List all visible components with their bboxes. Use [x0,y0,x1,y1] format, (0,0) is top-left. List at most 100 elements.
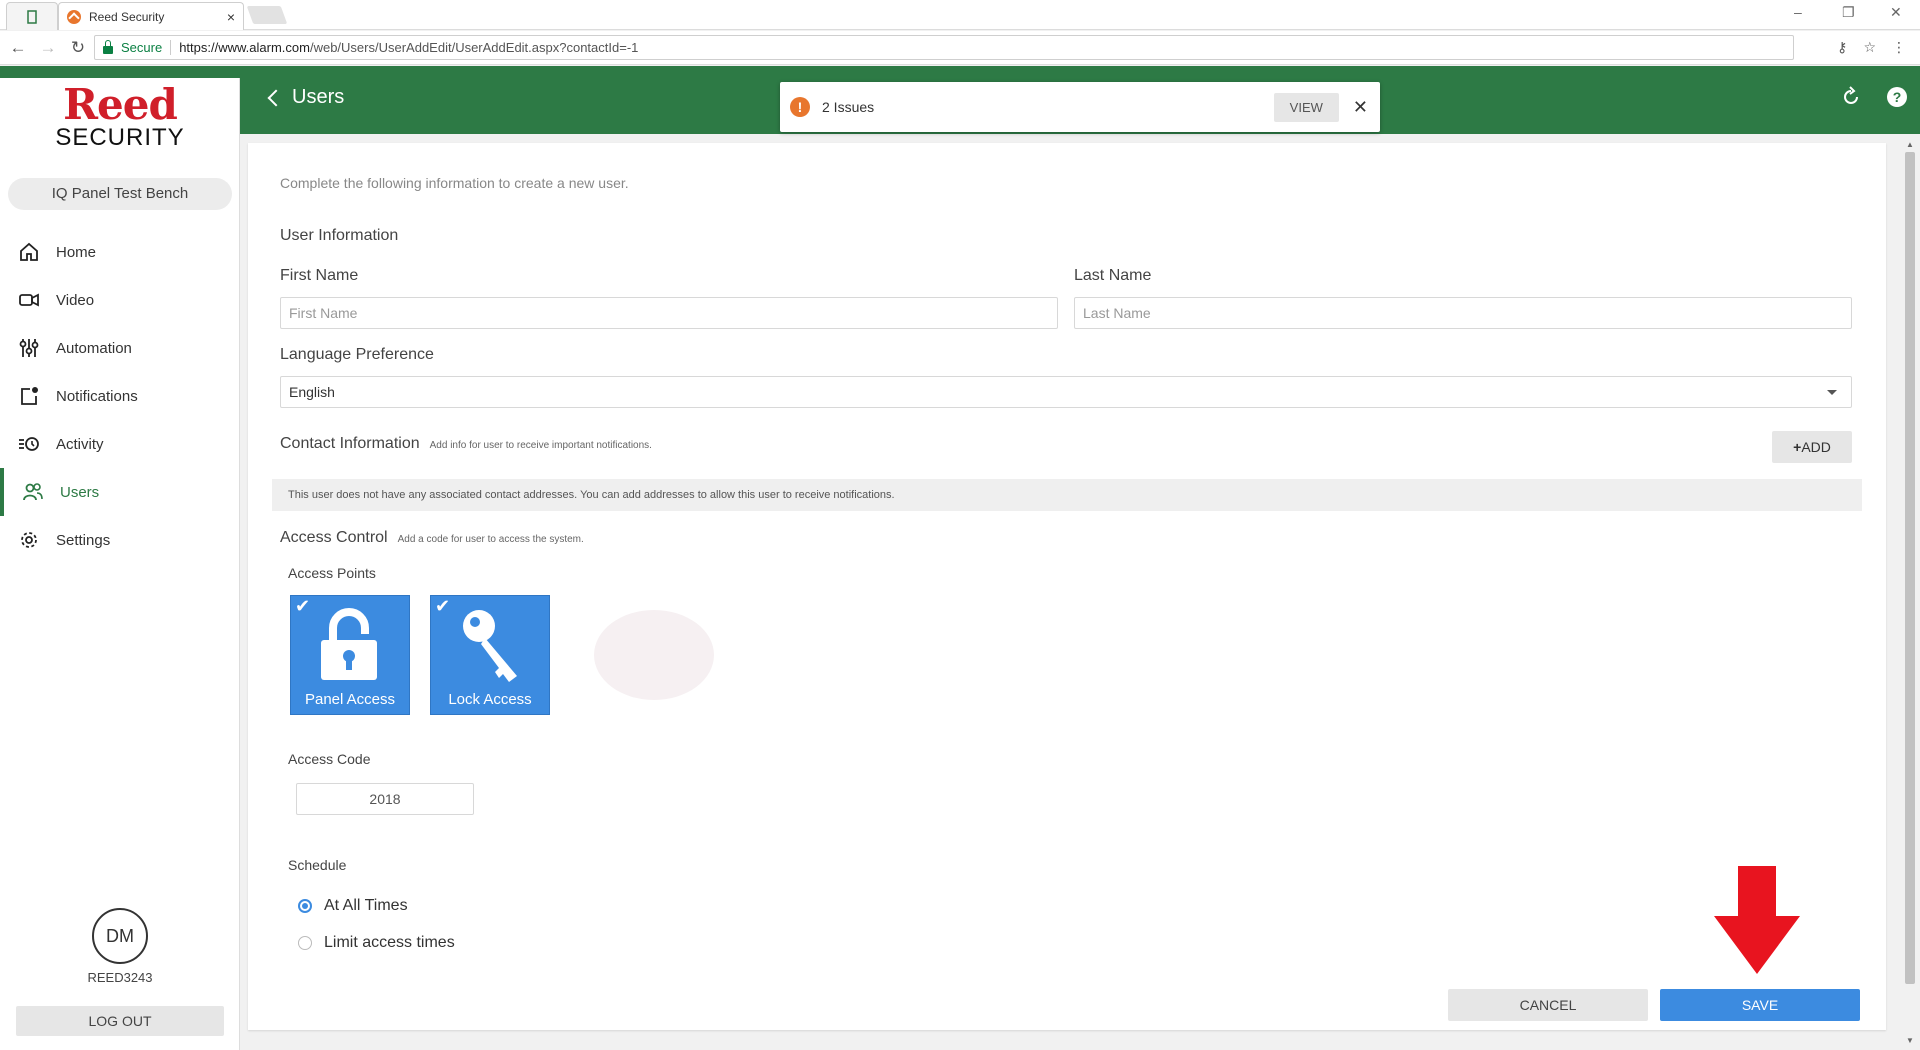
radio-label: At All Times [324,897,408,914]
sidebar-item-settings[interactable]: Settings [0,516,240,564]
contact-notice: This user does not have any associated c… [272,479,1862,511]
sidebar-item-label: Users [60,483,100,501]
sidebar-item-label: Settings [56,531,111,549]
last-name-label: Last Name [1074,267,1152,284]
cancel-button[interactable]: CANCEL [1448,989,1648,1021]
close-icon[interactable]: ✕ [1353,97,1368,118]
automation-icon [19,339,39,357]
scroll-thumb[interactable] [1905,152,1915,984]
pinned-tab[interactable] [6,2,58,30]
url-host: https://www.alarm.com [179,40,310,55]
sidebar-item-video[interactable]: Video [0,276,240,324]
lock-icon [103,39,113,54]
key-icon[interactable]: ⚷ [1837,39,1847,56]
url-path: /web/Users/UserAddEdit/UserAddEdit.aspx?… [309,40,639,55]
checkmark-icon: ✔ [435,596,451,616]
sidebar-item-activity[interactable]: Activity [0,420,240,468]
minimize-icon[interactable]: – [1794,4,1802,20]
reload-icon[interactable]: ↻ [66,38,90,58]
key-icon [463,610,517,682]
radio-unselected[interactable] [298,936,312,950]
sidebar-item-label: Activity [56,435,104,453]
add-contact-button[interactable]: +ADD [1772,431,1852,463]
sidebar-item-automation[interactable]: Automation [0,324,240,372]
chevron-left-icon [267,89,285,106]
chevron-down-icon [1827,390,1837,395]
save-button[interactable]: SAVE [1660,989,1860,1021]
notifications-icon [21,387,38,405]
warning-icon: ! [790,97,810,117]
contact-info-heading: Contact Information Add info for user to … [280,435,652,453]
last-name-field[interactable]: Last Name [1074,297,1852,329]
add-button-label: ADD [1801,439,1831,455]
star-icon[interactable]: ☆ [1863,39,1876,56]
reed-security-logo: Reed SECURITY [0,84,240,150]
sidebar-item-label: Home [56,243,97,261]
first-name-field[interactable]: First Name [280,297,1058,329]
help-icon[interactable]: ? [1886,86,1908,108]
header-actions: ? [1840,86,1908,108]
new-tab-button[interactable] [246,6,288,24]
username: REED3243 [87,970,153,985]
user-info-heading: User Information [280,227,398,245]
contact-hint: Add info for user to receive important n… [429,440,652,451]
sidebar-item-label: Notifications [56,387,138,405]
issues-count: 2 Issues [822,99,875,115]
radio-label: Limit access times [324,934,455,951]
access-code-label: Access Code [288,751,371,767]
access-code-field[interactable]: 2018 [296,783,474,815]
schedule-option-limit[interactable]: Limit access times [298,934,455,952]
sidebar-nav: Home Video Automation Notifications Acti… [0,228,240,564]
sidebar-item-label: Video [56,291,95,309]
logo-brand: Reed [63,80,178,129]
restore-icon[interactable]: ❐ [1842,4,1855,21]
sidebar-item-notifications[interactable]: Notifications [0,372,240,420]
sidebar-item-users[interactable]: Users [0,468,240,516]
browser-tab-active[interactable]: Reed Security × [58,2,244,30]
radio-selected[interactable] [298,899,312,913]
section-title: Contact Information [280,435,420,452]
sidebar-item-label: Automation [56,339,132,357]
section-title: Access Control [280,529,388,546]
tab-title: Reed Security [89,9,165,24]
url-field[interactable]: Secure https://www.alarm.com/web/Users/U… [94,35,1794,60]
unlock-icon [321,608,377,680]
checkmark-icon: ✔ [295,596,311,616]
form-intro: Complete the following information to cr… [280,175,629,191]
back-arrow-icon[interactable]: ← [6,38,30,58]
page-title: Users [292,86,345,108]
scroll-down-icon[interactable]: ▼ [1906,1036,1914,1045]
browser-tab-strip: Reed Security × – ❐ ✕ [0,0,1920,30]
lock-access-tile[interactable]: ✔ Lock Access [430,595,550,715]
panel-access-tile[interactable]: ✔ Panel Access [290,595,410,715]
system-selector[interactable]: IQ Panel Test Bench [8,178,232,210]
first-name-label: First Name [280,267,359,284]
menu-dots-icon[interactable]: ⋮ [1892,39,1906,56]
document-icon [27,9,37,24]
section-title: User Information [280,227,399,244]
language-label: Language Preference [280,346,434,363]
page-scrollbar[interactable]: ▲ ▼ [1902,138,1918,1050]
back-to-users-link[interactable]: Users [266,86,344,109]
logo-subtitle: SECURITY [55,124,185,151]
scroll-up-icon[interactable]: ▲ [1906,140,1914,149]
forward-arrow-icon[interactable]: → [36,38,60,58]
window-close-icon[interactable]: ✕ [1890,4,1902,21]
sidebar-item-home[interactable]: Home [0,228,240,276]
refresh-icon[interactable] [1840,86,1862,108]
users-icon [23,483,43,501]
tab-close-icon[interactable]: × [227,9,235,25]
schedule-option-all-times[interactable]: At All Times [298,897,408,915]
activity-icon [19,437,39,451]
access-hint: Add a code for user to access the system… [397,534,584,545]
avatar[interactable]: DM [92,908,148,964]
sidebar: Reed SECURITY IQ Panel Test Bench Home V… [0,78,240,1050]
language-select[interactable]: English [280,376,1852,408]
video-icon [19,293,39,307]
alarm-favicon-icon [67,9,81,24]
view-issues-button[interactable]: VIEW [1273,92,1339,122]
home-icon [20,242,38,261]
issues-banner: ! 2 Issues VIEW ✕ [780,82,1380,132]
logout-button[interactable]: LOG OUT [16,1006,224,1036]
secure-label: Secure [121,40,172,55]
